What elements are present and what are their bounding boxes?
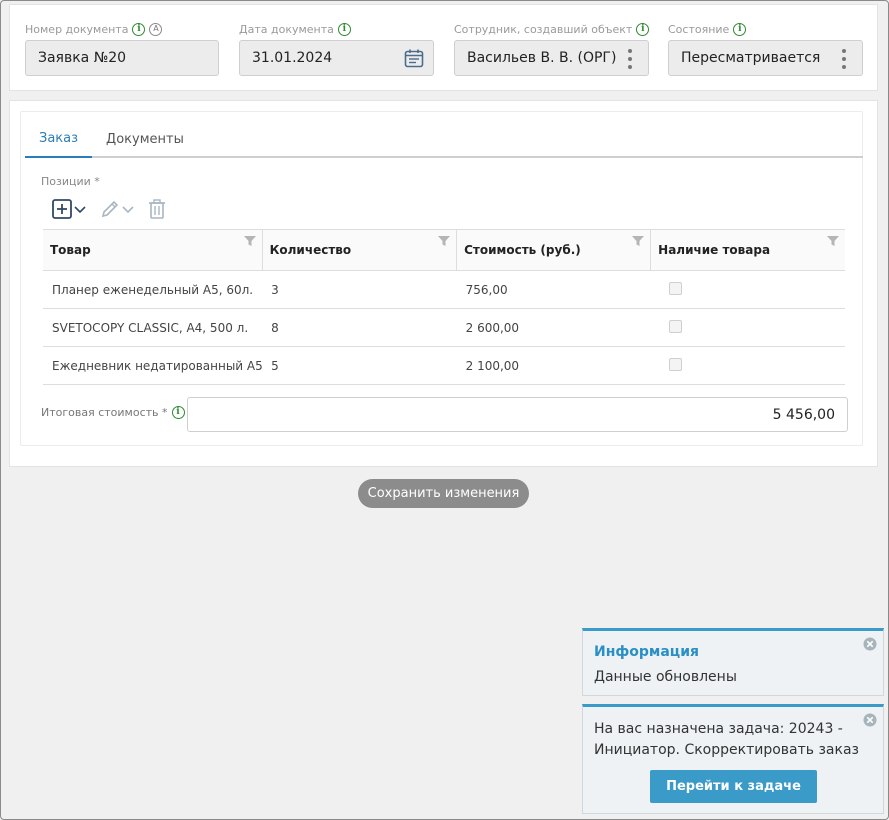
total-cost-label: Итоговая стоимость *: [41, 406, 168, 419]
cell-availability: [650, 270, 845, 309]
close-icon[interactable]: [863, 636, 877, 655]
cell-cost: 756,00: [456, 270, 651, 309]
cell-availability: [650, 308, 845, 347]
document-header: Номер документа i A Заявка №20 Дата доку…: [9, 4, 878, 91]
total-cost-value: 5 456,00: [772, 406, 835, 423]
filter-icon[interactable]: [632, 235, 645, 250]
tab-order[interactable]: Заказ: [25, 121, 93, 158]
availability-checkbox[interactable]: [668, 319, 682, 333]
notification-title: Информация: [594, 644, 699, 660]
creator-label: Сотрудник, создавший объект: [454, 22, 633, 36]
cell-quantity: 5: [262, 346, 457, 385]
creator-value: Васильев В. В. (ОРГ): [467, 50, 617, 66]
doc-date-field: Дата документа i 31.01.2024: [239, 21, 434, 76]
state-label: Состояние: [668, 22, 730, 36]
doc-date-value: 31.01.2024: [252, 50, 333, 66]
table-row[interactable]: Ежедневник недатированный А5 5 2 100,00: [43, 346, 845, 385]
pencil-icon: [101, 200, 119, 218]
positions-label: Позиции *: [41, 175, 100, 188]
info-notification: Информация Данные обновлены: [582, 628, 884, 696]
tab-bar: Заказ Документы: [25, 121, 863, 158]
creator-input[interactable]: Васильев В. В. (ОРГ): [454, 40, 649, 76]
positions-toolbar: [52, 199, 166, 219]
task-notification: На вас назначена задача: 20243 - Инициат…: [582, 704, 884, 814]
positions-table: Товар Количество Стоимость (руб.) Наличи…: [43, 229, 845, 385]
filter-icon[interactable]: [438, 235, 451, 250]
creator-field: Сотрудник, создавший объект i Васильев В…: [454, 21, 650, 76]
total-cost-input[interactable]: 5 456,00: [187, 397, 848, 432]
info-icon[interactable]: i: [733, 22, 747, 36]
info-icon[interactable]: i: [171, 406, 185, 419]
info-icon[interactable]: i: [132, 22, 146, 36]
column-header-availability[interactable]: Наличие товара: [650, 229, 845, 271]
plus-square-icon: [52, 199, 72, 219]
trash-icon: [149, 199, 165, 219]
cell-quantity: 8: [262, 308, 457, 347]
filter-icon[interactable]: [243, 235, 256, 250]
doc-number-value: Заявка №20: [38, 50, 127, 66]
notification-text: Данные обновлены: [594, 669, 737, 685]
cell-product: Планер еженедельный А5, 60л.: [43, 270, 263, 309]
calendar-icon[interactable]: [404, 49, 424, 72]
chevron-down-icon: [122, 206, 134, 214]
chevron-down-icon: [74, 206, 86, 214]
doc-date-input[interactable]: 31.01.2024: [239, 40, 434, 76]
info-icon[interactable]: i: [636, 22, 650, 36]
table-row[interactable]: Планер еженедельный А5, 60л. 3 756,00: [43, 270, 845, 309]
cell-cost: 2 100,00: [456, 346, 651, 385]
cell-product: Ежедневник недатированный А5: [43, 346, 263, 385]
edit-row-button[interactable]: [100, 199, 134, 219]
notification-text: На вас назначена задача: 20243 - Инициат…: [594, 721, 859, 758]
cell-cost: 2 600,00: [456, 308, 651, 347]
state-input[interactable]: Пересматривается: [668, 40, 863, 76]
order-card: Заказ Документы Позиции * Товар Количест…: [9, 100, 878, 467]
filter-icon[interactable]: [827, 235, 839, 250]
go-to-task-button[interactable]: Перейти к задаче: [650, 770, 817, 803]
cell-availability: [650, 346, 845, 385]
add-row-button[interactable]: [52, 199, 86, 219]
cell-quantity: 3: [262, 270, 457, 309]
doc-number-field: Номер документа i A Заявка №20: [25, 21, 219, 76]
table-row[interactable]: SVETOCOPY CLASSIC, А4, 500 л. 8 2 600,00: [43, 308, 845, 347]
delete-row-button[interactable]: [148, 199, 166, 219]
state-value: Пересматривается: [681, 50, 821, 66]
column-header-quantity[interactable]: Количество: [262, 229, 458, 271]
doc-number-input[interactable]: Заявка №20: [25, 40, 219, 76]
save-changes-button[interactable]: Сохранить изменения: [358, 479, 529, 508]
auto-number-icon: A: [149, 22, 163, 36]
more-vertical-icon[interactable]: [842, 49, 846, 69]
info-icon[interactable]: i: [337, 22, 351, 36]
availability-checkbox[interactable]: [668, 357, 682, 371]
column-header-product[interactable]: Товар: [43, 229, 263, 271]
column-header-cost[interactable]: Стоимость (руб.): [456, 229, 652, 271]
table-header-row: Товар Количество Стоимость (руб.) Наличи…: [43, 229, 845, 271]
cell-product: SVETOCOPY CLASSIC, А4, 500 л.: [43, 308, 263, 347]
state-field: Состояние i Пересматривается: [668, 21, 863, 76]
total-cost-label-group: Итоговая стоимость * i: [41, 406, 185, 419]
more-vertical-icon[interactable]: [628, 49, 632, 69]
tab-documents[interactable]: Документы: [92, 121, 198, 158]
close-icon[interactable]: [863, 712, 877, 731]
availability-checkbox[interactable]: [668, 281, 682, 295]
doc-number-label: Номер документа: [25, 22, 129, 36]
doc-date-label: Дата документа: [239, 22, 334, 36]
